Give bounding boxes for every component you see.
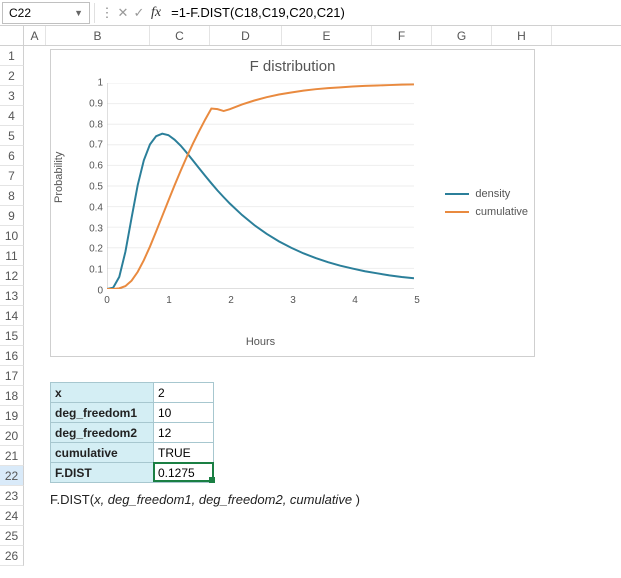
row-header[interactable]: 20 xyxy=(0,426,24,446)
col-header[interactable]: F xyxy=(372,26,432,45)
row-header[interactable]: 4 xyxy=(0,106,24,126)
syntax-hint: F.DIST(x, deg_freedom1, deg_freedom2, cu… xyxy=(50,492,360,507)
cell-reference: C22 xyxy=(9,6,31,20)
chevron-down-icon: ▼ xyxy=(74,8,83,18)
spreadsheet: A B C D E F G H 123456789101112131415161… xyxy=(0,26,621,566)
syntax-params: x, deg_freedom1, deg_freedom2, cumulativ… xyxy=(94,492,356,507)
param-value[interactable]: 10 xyxy=(154,403,214,423)
chart-title: F distribution xyxy=(51,50,534,77)
row-header[interactable]: 16 xyxy=(0,346,24,366)
y-axis-label: Probability xyxy=(53,152,65,203)
param-value[interactable]: 12 xyxy=(154,423,214,443)
formula-bar: C22 ▼ ⋮ ✕ ✓ fx xyxy=(0,0,621,26)
row-header[interactable]: 2 xyxy=(0,66,24,86)
select-all-corner[interactable] xyxy=(0,26,24,45)
param-value[interactable]: TRUE xyxy=(154,443,214,463)
row-header[interactable]: 23 xyxy=(0,486,24,506)
row-header[interactable]: 19 xyxy=(0,406,24,426)
plot-area: 00.10.20.30.40.50.60.70.80.91 012345 xyxy=(107,83,414,291)
row-header[interactable]: 26 xyxy=(0,546,24,566)
params-table: x2deg_freedom110deg_freedom212cumulative… xyxy=(50,382,214,483)
param-label[interactable]: x xyxy=(50,383,154,403)
param-label[interactable]: deg_freedom2 xyxy=(50,423,154,443)
col-header[interactable]: D xyxy=(210,26,282,45)
legend-item-density: density xyxy=(445,188,528,200)
syntax-fn: F.DIST( xyxy=(50,492,94,507)
legend-item-cumulative: cumulative xyxy=(445,206,528,218)
legend-swatch-icon xyxy=(445,211,469,213)
row-header[interactable]: 15 xyxy=(0,326,24,346)
check-icon[interactable]: ✓ xyxy=(131,5,147,21)
column-headers: A B C D E F G H xyxy=(0,26,621,46)
col-header[interactable]: G xyxy=(432,26,492,45)
row-headers: 1234567891011121314151617181920212223242… xyxy=(0,46,24,566)
name-box[interactable]: C22 ▼ xyxy=(2,2,90,24)
separator xyxy=(94,3,95,23)
chart[interactable]: F distribution Probability 00.10.20.30.4… xyxy=(50,49,535,357)
x-axis-label: Hours xyxy=(107,336,414,348)
fx-label[interactable]: fx xyxy=(147,5,167,21)
legend-swatch-icon xyxy=(445,193,469,195)
row-header[interactable]: 3 xyxy=(0,86,24,106)
syntax-close: ) xyxy=(356,492,360,507)
row-header[interactable]: 13 xyxy=(0,286,24,306)
param-value[interactable]: 0.1275 xyxy=(154,463,214,483)
row-header[interactable]: 8 xyxy=(0,186,24,206)
legend: density cumulative xyxy=(445,182,528,224)
row-header[interactable]: 7 xyxy=(0,166,24,186)
row-header[interactable]: 1 xyxy=(0,46,24,66)
formula-input[interactable] xyxy=(167,3,621,22)
col-header[interactable]: E xyxy=(282,26,372,45)
legend-label: density xyxy=(475,188,510,200)
row-header[interactable]: 9 xyxy=(0,206,24,226)
col-header[interactable]: B xyxy=(46,26,150,45)
row-header[interactable]: 22 xyxy=(0,466,24,486)
row-header[interactable]: 17 xyxy=(0,366,24,386)
row-header[interactable]: 18 xyxy=(0,386,24,406)
row-header[interactable]: 14 xyxy=(0,306,24,326)
row-header[interactable]: 5 xyxy=(0,126,24,146)
cells-area[interactable]: F distribution Probability 00.10.20.30.4… xyxy=(24,46,621,566)
param-label[interactable]: cumulative xyxy=(50,443,154,463)
param-label[interactable]: deg_freedom1 xyxy=(50,403,154,423)
row-header[interactable]: 11 xyxy=(0,246,24,266)
col-header[interactable]: A xyxy=(24,26,46,45)
param-value[interactable]: 2 xyxy=(154,383,214,403)
legend-label: cumulative xyxy=(475,206,528,218)
cancel-icon[interactable]: ✕ xyxy=(115,5,131,21)
row-header[interactable]: 10 xyxy=(0,226,24,246)
col-header[interactable]: C xyxy=(150,26,210,45)
col-header[interactable]: H xyxy=(492,26,552,45)
row-header[interactable]: 24 xyxy=(0,506,24,526)
row-header[interactable]: 12 xyxy=(0,266,24,286)
row-header[interactable]: 21 xyxy=(0,446,24,466)
row-header[interactable]: 25 xyxy=(0,526,24,546)
param-label[interactable]: F.DIST xyxy=(50,463,154,483)
more-icon[interactable]: ⋮ xyxy=(99,5,115,21)
row-header[interactable]: 6 xyxy=(0,146,24,166)
